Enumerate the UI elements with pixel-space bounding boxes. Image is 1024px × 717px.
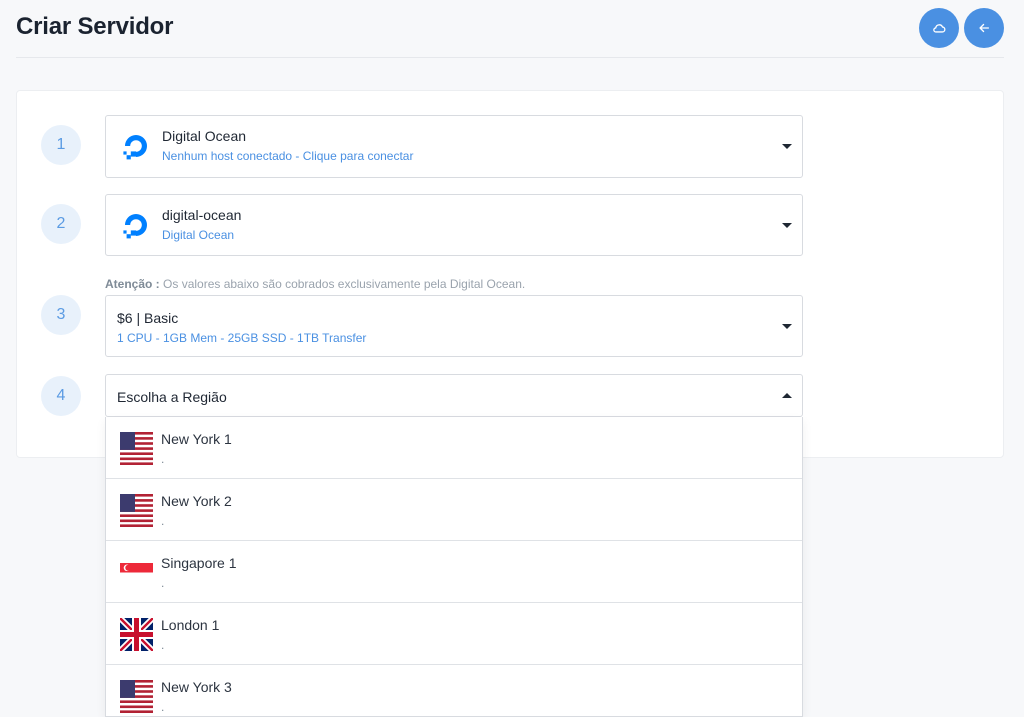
region-option[interactable]: New York 2 . (106, 479, 802, 541)
back-button[interactable] (964, 8, 1004, 48)
region-desc: . (161, 576, 165, 590)
page-title: Criar Servidor (16, 13, 174, 40)
warning-label: Atenção : (105, 277, 160, 291)
arrow-left-icon (979, 23, 990, 33)
region-name: London 1 (161, 617, 220, 633)
provider-name: Digital Ocean (162, 128, 247, 144)
region-name: New York 2 (161, 493, 232, 509)
warning-text: Os valores abaixo são cobrados exclusiva… (159, 277, 526, 291)
account-provider: Digital Ocean (162, 228, 235, 242)
cloud-icon (933, 24, 946, 33)
region-option[interactable]: London 1 . (106, 603, 802, 665)
us-flag-icon (120, 494, 153, 527)
region-name: New York 3 (161, 679, 232, 695)
region-option[interactable]: Singapore 1 . (106, 541, 802, 603)
region-dropdown: New York 1 . New York 2 . Singapore 1 . … (105, 417, 803, 717)
us-flag-icon (120, 680, 153, 713)
region-option[interactable]: New York 3 . (106, 665, 802, 716)
digitalocean-logo-icon (120, 209, 152, 241)
region-desc: . (161, 514, 165, 528)
region-desc: . (161, 700, 165, 714)
provider-status: Nenhum host conectado - Clique para cone… (162, 149, 414, 163)
provider-select[interactable]: Digital Ocean Nenhum host conectado - Cl… (105, 115, 803, 178)
region-name: New York 1 (161, 431, 232, 447)
chevron-down-icon (782, 223, 792, 228)
plan-name: $6 | Basic (117, 310, 179, 326)
pricing-warning: Atenção : Os valores abaixo são cobrados… (105, 277, 525, 291)
chevron-down-icon (782, 144, 792, 149)
page-header: Criar Servidor (16, 0, 1004, 58)
account-name: digital-ocean (162, 207, 242, 223)
step-number-1: 1 (41, 125, 81, 165)
step-number-3: 3 (41, 295, 81, 335)
step-number-4: 4 (41, 376, 81, 416)
chevron-down-icon (782, 324, 792, 329)
plan-select[interactable]: $6 | Basic 1 CPU - 1GB Mem - 25GB SSD - … (105, 295, 803, 357)
chevron-up-icon (782, 393, 792, 398)
region-select[interactable]: Escolha a Região (105, 374, 803, 417)
plan-specs: 1 CPU - 1GB Mem - 25GB SSD - 1TB Transfe… (117, 331, 367, 345)
digitalocean-logo-icon (120, 130, 152, 162)
region-option[interactable]: New York 1 . (106, 417, 802, 479)
step-number-2: 2 (41, 204, 81, 244)
account-select[interactable]: digital-ocean Digital Ocean (105, 194, 803, 256)
region-desc: . (161, 452, 165, 466)
us-flag-icon (120, 432, 153, 465)
sg-flag-icon (120, 556, 153, 589)
uk-flag-icon (120, 618, 153, 651)
cloud-button[interactable] (919, 8, 959, 48)
region-placeholder: Escolha a Região (117, 389, 227, 405)
region-name: Singapore 1 (161, 555, 237, 571)
region-desc: . (161, 638, 165, 652)
